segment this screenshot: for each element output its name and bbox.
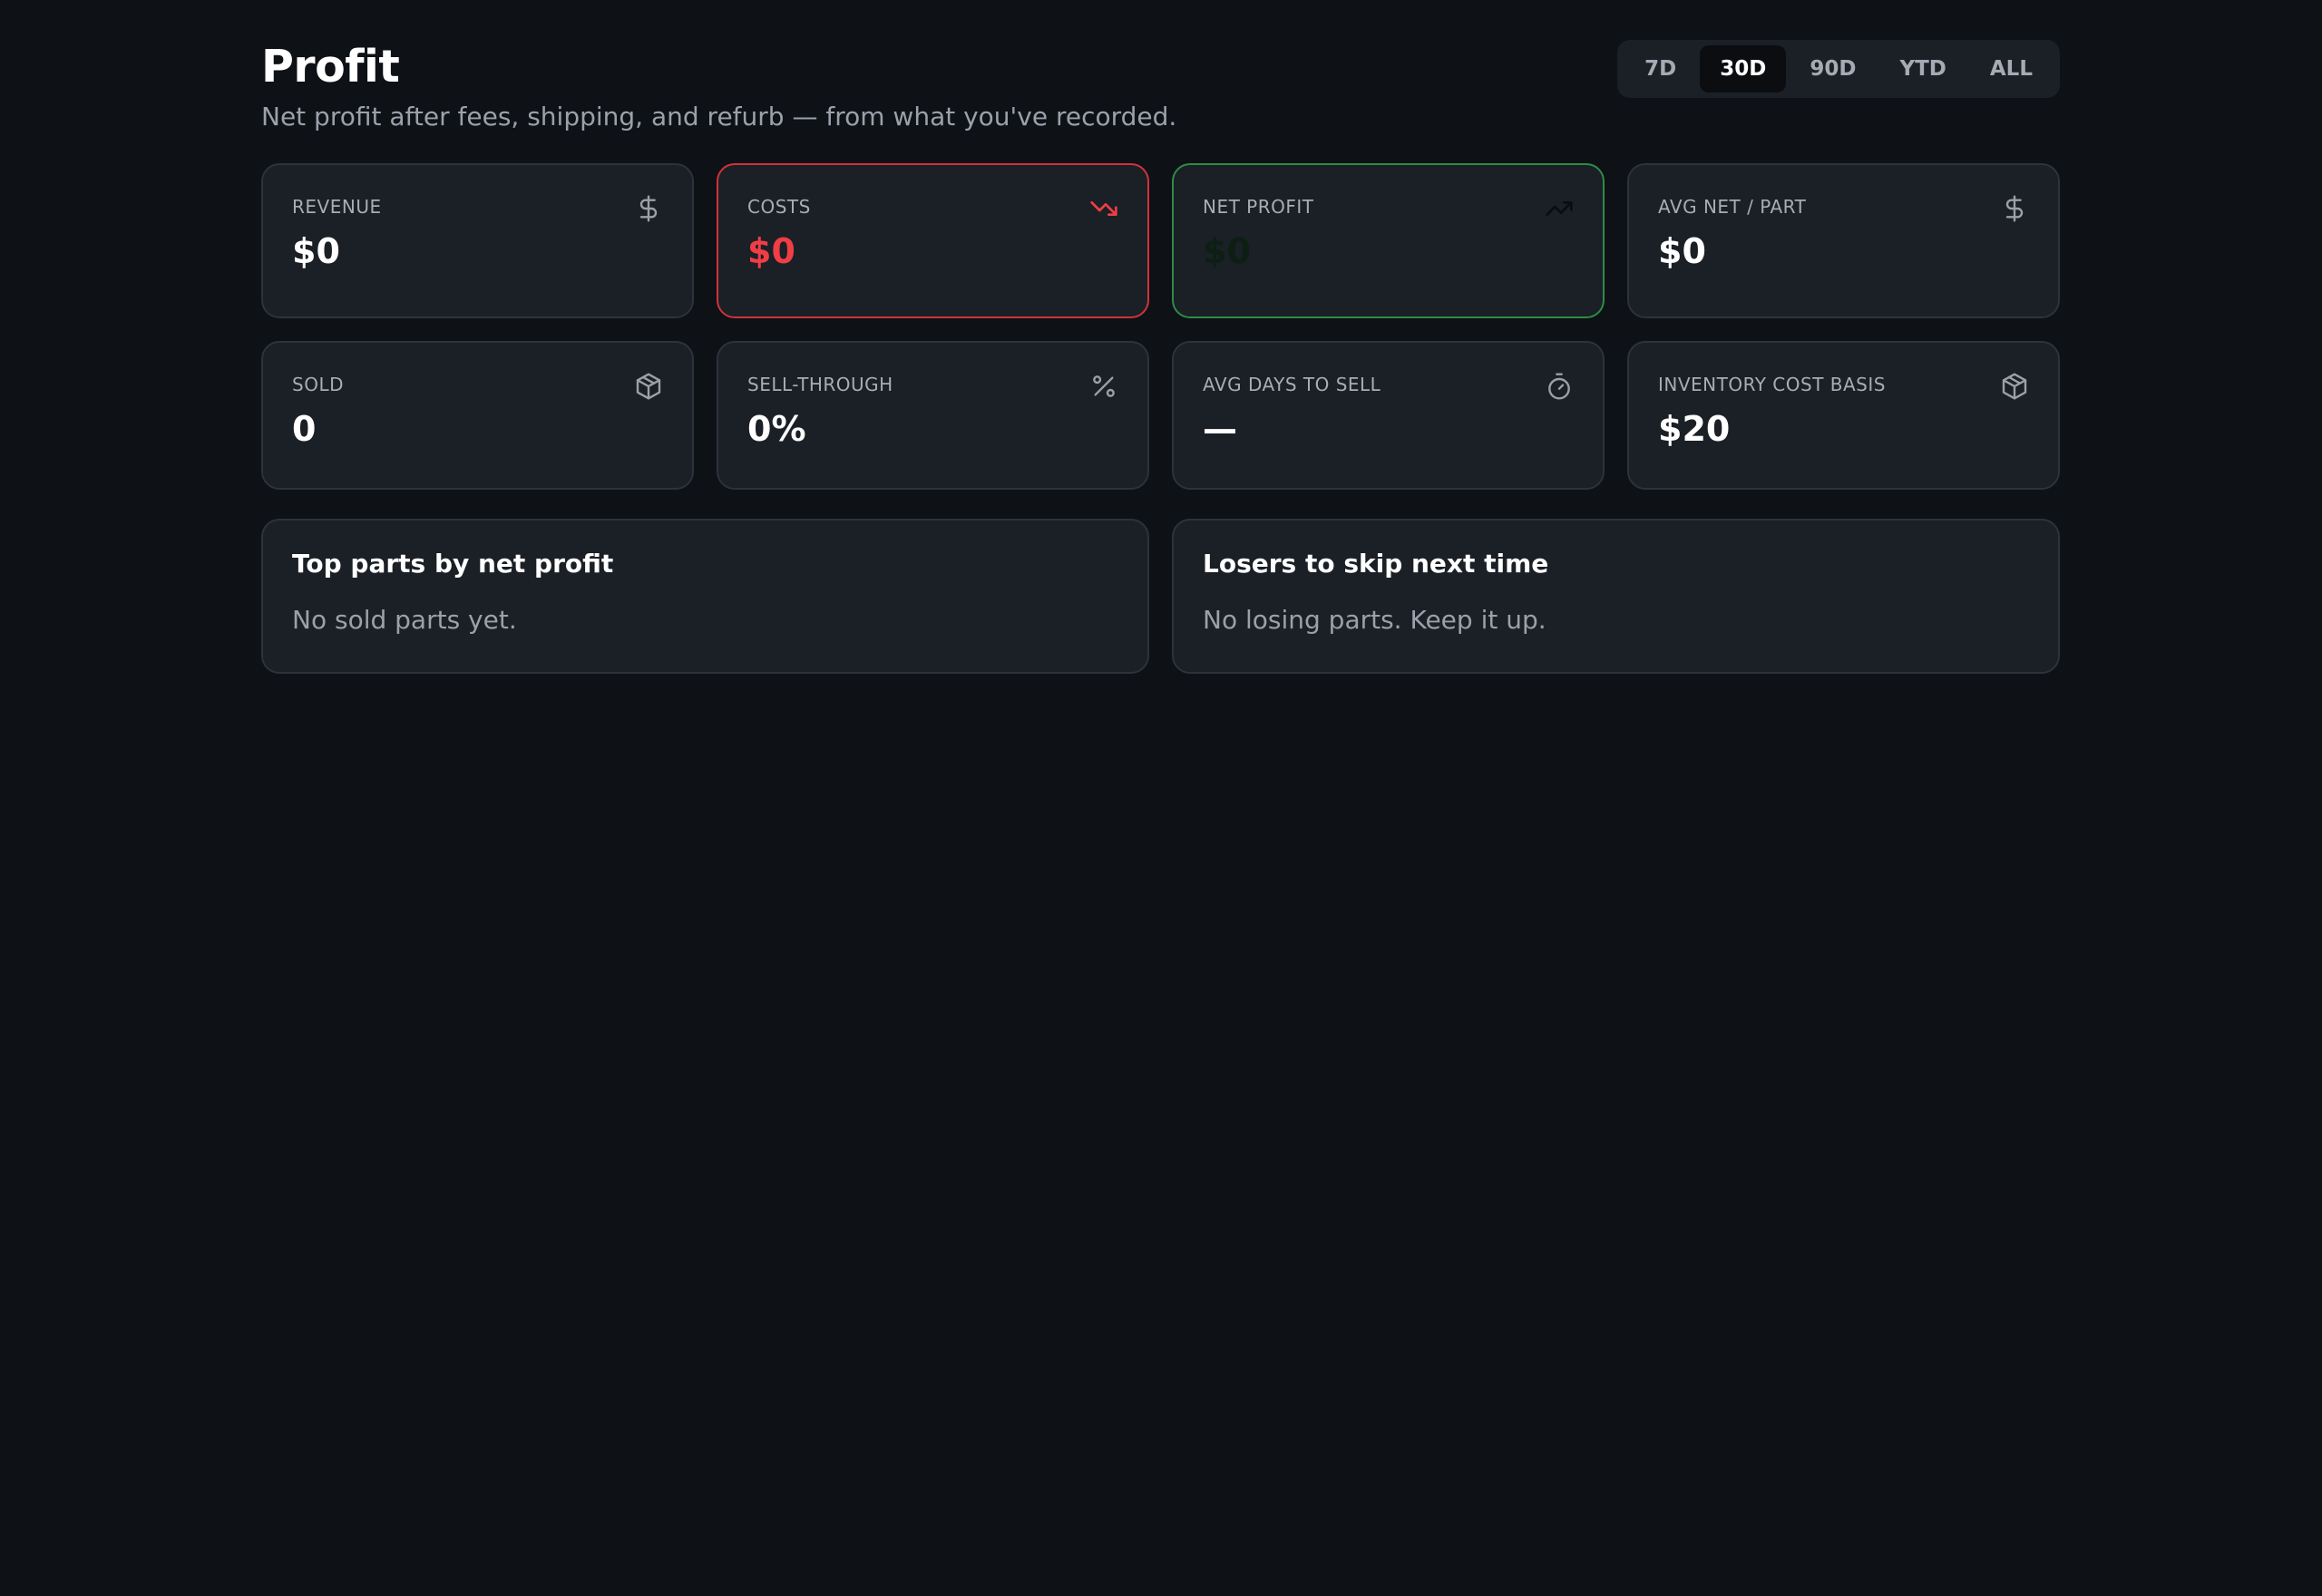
stat-value: $20	[1658, 409, 1731, 449]
stat-card-avg-net-per-part: Avg net / part $0	[1627, 163, 2060, 318]
stat-label: Revenue	[292, 196, 382, 218]
stat-value: $0	[292, 231, 340, 271]
empty-state-text: No losing parts. Keep it up.	[1203, 605, 1546, 635]
package-icon	[2000, 372, 2029, 401]
percent-icon	[1089, 372, 1118, 401]
stat-value: 0%	[747, 409, 806, 449]
range-90d-button[interactable]: 90D	[1790, 45, 1876, 92]
stat-label: Avg days to sell	[1203, 374, 1381, 395]
range-ytd-button[interactable]: YTD	[1879, 45, 1966, 92]
stat-value: $0	[1203, 231, 1251, 271]
range-30d-button[interactable]: 30D	[1700, 45, 1787, 92]
page-header: Profit Net profit after fees, shipping, …	[261, 40, 2060, 163]
range-7d-button[interactable]: 7D	[1624, 45, 1696, 92]
stat-label: Costs	[747, 196, 811, 218]
stat-card-sell-through: Sell-through 0%	[717, 341, 1149, 490]
profit-page: Profit Net profit after fees, shipping, …	[261, 40, 2060, 674]
stat-card-sold: Sold 0	[261, 341, 694, 490]
dollar-icon	[634, 194, 663, 223]
stats-grid: Revenue $0 Costs $0 Net profit $0	[261, 163, 2060, 490]
stat-value: $0	[747, 231, 795, 271]
stat-value: $0	[1658, 231, 1706, 271]
stat-value: —	[1203, 409, 1237, 449]
dollar-icon	[2000, 194, 2029, 223]
stat-value: 0	[292, 409, 317, 449]
panel-title: Top parts by net profit	[292, 549, 614, 579]
range-all-button[interactable]: ALL	[1970, 45, 2053, 92]
trending-up-icon	[1545, 194, 1574, 223]
empty-state-text: No sold parts yet.	[292, 605, 517, 635]
stat-label: Inventory cost basis	[1658, 374, 1886, 395]
stat-label: Sold	[292, 374, 344, 395]
parts-panels: Top parts by net profit No sold parts ye…	[261, 519, 2060, 674]
panel-title: Losers to skip next time	[1203, 549, 1549, 579]
stat-label: Avg net / part	[1658, 196, 1807, 218]
date-range-selector: 7D 30D 90D YTD ALL	[1617, 40, 2060, 98]
losers-panel: Losers to skip next time No losing parts…	[1172, 519, 2060, 674]
stat-label: Sell-through	[747, 374, 893, 395]
stat-card-inventory-cost-basis: Inventory cost basis $20	[1627, 341, 2060, 490]
trending-down-icon	[1089, 194, 1118, 223]
page-subtitle: Net profit after fees, shipping, and ref…	[261, 102, 1177, 131]
stat-card-avg-days-to-sell: Avg days to sell —	[1172, 341, 1605, 490]
stat-card-revenue: Revenue $0	[261, 163, 694, 318]
top-parts-panel: Top parts by net profit No sold parts ye…	[261, 519, 1149, 674]
stat-label: Net profit	[1203, 196, 1314, 218]
package-icon	[634, 372, 663, 401]
stat-card-costs: Costs $0	[717, 163, 1149, 318]
timer-icon	[1545, 372, 1574, 401]
stat-card-net-profit: Net profit $0	[1172, 163, 1605, 318]
